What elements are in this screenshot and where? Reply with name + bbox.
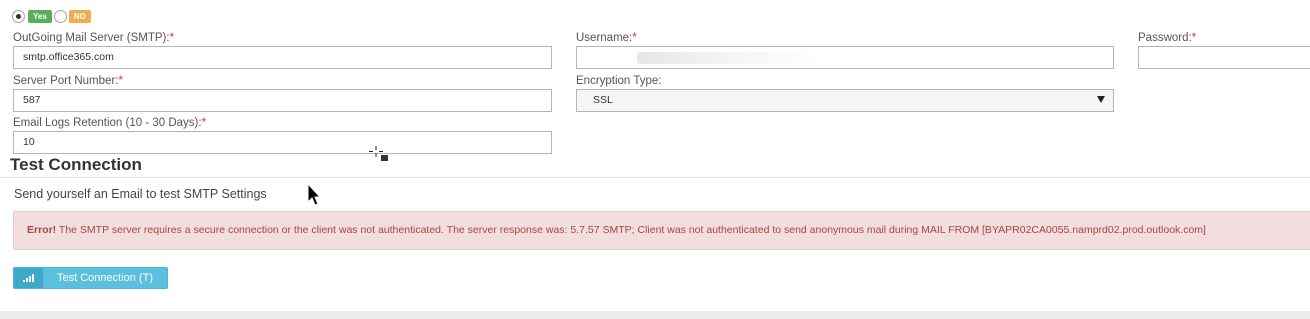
no-badge[interactable]: NO [68,9,91,23]
required-mark: * [201,117,207,129]
no-radio[interactable] [53,9,67,23]
encryption-value: SSL [593,94,613,106]
required-mark: * [169,32,175,44]
signal-bars-icon [14,268,43,288]
yes-radio[interactable] [12,9,25,23]
bottom-strip [0,311,1310,319]
dropdown-arrow-icon[interactable] [1097,96,1105,103]
required-mark: * [1191,32,1197,44]
smtp-server-input[interactable]: smtp.office365.com [13,46,552,69]
username-label: Username:* [576,32,637,44]
encryption-select[interactable]: SSL [576,89,1114,112]
password-label: Password:* [1138,32,1197,44]
retention-label: Email Logs Retention (10 - 30 Days):* [13,117,207,129]
required-mark: * [118,75,123,87]
yes-badge[interactable]: Yes [28,9,52,23]
error-strong: Error! [27,224,57,236]
retention-input[interactable]: 10 [13,131,552,154]
error-alert: Error! The SMTP server requires a secure… [13,211,1310,250]
port-label: Server Port Number:* [13,75,123,87]
required-mark: * [632,32,637,44]
password-input[interactable] [1138,46,1310,69]
retention-value: 10 [23,136,35,148]
test-connection-button-label: Test Connection (T) [57,272,153,284]
section-divider [0,177,1310,178]
test-connection-button[interactable]: Test Connection (T) [13,267,168,289]
error-message: The SMTP server requires a secure connec… [58,224,1206,236]
encryption-label: Encryption Type: [576,75,662,87]
blurred-username-mask [637,52,817,64]
crosshair-cursor-icon [369,146,388,161]
test-connection-heading: Test Connection [10,155,142,174]
username-input[interactable] [576,46,1114,69]
mouse-pointer-icon [307,183,321,206]
smtp-server-label: OutGoing Mail Server (SMTP):* [13,32,175,44]
port-input[interactable]: 587 [13,89,552,112]
test-connection-description: Send yourself an Email to test SMTP Sett… [14,187,267,201]
smtp-server-value: smtp.office365.com [23,51,114,63]
smtp-toggle: Yes NO [12,8,91,24]
port-value: 587 [23,94,41,106]
